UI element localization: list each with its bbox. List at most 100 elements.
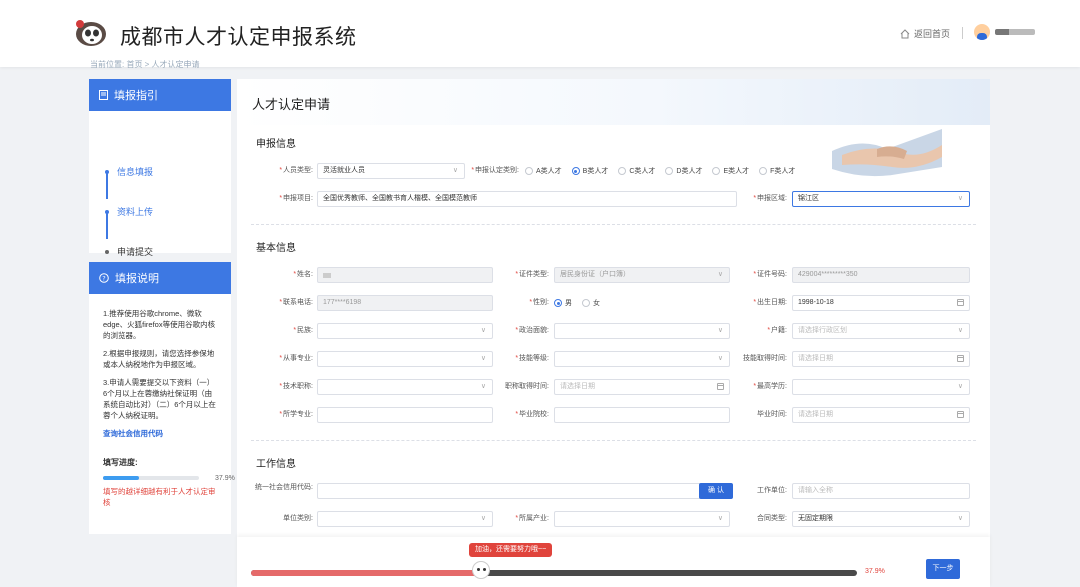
radio-circle: [525, 167, 533, 175]
calendar-icon: [957, 299, 964, 306]
ethnic-select[interactable]: ∨: [317, 323, 493, 339]
form-row: *民族: ∨ *政治面貌: ∨ *户籍: 请选择行政区划 ∨: [237, 323, 990, 339]
credit-code-link[interactable]: 查询社会信用代码: [103, 428, 217, 439]
contract-select[interactable]: 无固定期限 ∨: [792, 511, 970, 527]
id-number-label: *证件号码:: [753, 271, 787, 278]
guide-header: 填报指引: [89, 79, 231, 111]
next-step-button[interactable]: 下一步: [926, 559, 960, 579]
category-radio-group: A类人才 B类人才 C类人才 D类人才 E类人才 F类人才: [525, 163, 795, 179]
id-number-input[interactable]: 429004*********350: [792, 267, 970, 283]
project-input[interactable]: 全国优秀教师、全国教书育人楷模、全国模范教师: [317, 191, 737, 207]
name-input[interactable]: [317, 267, 493, 283]
breadcrumb: 当前位置: 首页 > 人才认定申请: [90, 60, 200, 69]
chevron-down-icon: ∨: [957, 515, 963, 522]
form-row: 统一社会信用代码: 确 认 工作单位: 请输入全称: [237, 483, 990, 499]
step-label: 信息填报: [117, 167, 154, 177]
progress-note: 填写的越详细越有利于人才认定审核: [103, 487, 216, 507]
panda-mascot-icon: [471, 561, 490, 579]
chevron-down-icon: ∨: [717, 271, 723, 278]
politics-select[interactable]: ∨: [554, 323, 730, 339]
redacted-name: [323, 273, 331, 278]
school-input[interactable]: [554, 407, 730, 423]
calendar-icon: [717, 383, 724, 390]
birth-date-input[interactable]: 1998-10-18: [792, 295, 970, 311]
category-radio-d[interactable]: D类人才: [665, 166, 702, 176]
guide-title: 填报指引: [114, 90, 158, 102]
employer-input[interactable]: 请输入全称: [792, 483, 970, 499]
user-menu[interactable]: [974, 24, 1035, 40]
tech-title-select[interactable]: ∨: [317, 379, 493, 395]
major-select[interactable]: ∨: [317, 351, 493, 367]
region-select[interactable]: 锦江区 ∨: [792, 191, 970, 207]
industry-label: *所属产业:: [515, 515, 549, 522]
step-info-fill[interactable]: 信息填报: [105, 165, 153, 178]
progress-fill: [251, 570, 481, 576]
credit-code-label: 统一社会信用代码:: [255, 484, 313, 491]
confirm-button[interactable]: 确 认: [699, 483, 733, 499]
note-item: 3.申请人需要提交以下资料（一）6个月以上在蓉缴纳社保证明（由系统自动比对）（二…: [103, 378, 216, 420]
section-title-apply: 申报信息: [256, 139, 296, 150]
step-submit[interactable]: 申请提交: [105, 245, 153, 258]
notes-body: 1.推荐使用谷歌chrome、微软edge、火狐firefox等使用谷歌内核的浏…: [89, 294, 235, 508]
project-label: *申报项目:: [279, 195, 313, 202]
phone-input[interactable]: 177****6198: [317, 295, 493, 311]
progress-label: 填写进度:: [103, 458, 138, 467]
radio-label: B类人才: [582, 168, 609, 175]
ethnic-label: *民族:: [293, 327, 313, 334]
skill-level-label: *技能等级:: [515, 355, 549, 362]
degree-select[interactable]: ∨: [792, 379, 970, 395]
progress-track: [251, 570, 857, 576]
home-link[interactable]: 返回首页: [900, 27, 950, 40]
person-type-select[interactable]: 灵活就业人员 ∨: [317, 163, 465, 179]
radio-circle: [571, 167, 580, 175]
id-type-select[interactable]: 居民身份证（户口簿） ∨: [554, 267, 730, 283]
step-dot: [105, 209, 109, 214]
hukou-select[interactable]: 请选择行政区划 ∨: [792, 323, 970, 339]
skill-level-select[interactable]: ∨: [554, 351, 730, 367]
gender-radio-female[interactable]: 女: [582, 298, 600, 308]
main-panel: 人才认定申请 申报信息 *人员类型: 灵活就业人员 ∨ *申报认定类别: A类人才…: [237, 79, 990, 587]
name-label: *姓名:: [293, 271, 313, 278]
title-time-input[interactable]: 请选择日期: [554, 379, 730, 395]
note-item: 1.推荐使用谷歌chrome、微软edge、火狐firefox等使用谷歌内核的浏…: [103, 309, 216, 340]
calendar-icon: [957, 411, 964, 418]
skill-time-input[interactable]: 请选择日期: [792, 351, 970, 367]
credit-code-input[interactable]: [317, 483, 701, 499]
radio-label: D类人才: [676, 168, 703, 175]
grad-time-input[interactable]: 请选择日期: [792, 407, 970, 423]
category-radio-f[interactable]: F类人才: [759, 166, 795, 176]
contract-label: 合同类型:: [757, 515, 787, 522]
section-title-work: 工作信息: [256, 459, 296, 470]
section-divider: [251, 440, 976, 441]
step-label: 资料上传: [117, 207, 154, 217]
category-radio-e[interactable]: E类人才: [712, 166, 749, 176]
radio-circle: [618, 167, 627, 175]
tech-title-label: *技术职称:: [279, 383, 313, 390]
id-type-label: *证件类型:: [515, 271, 549, 278]
chevron-down-icon: ∨: [957, 327, 963, 334]
home-link-label: 返回首页: [914, 29, 951, 39]
step-dot: [105, 169, 109, 174]
app-title: 成都市人才认定申报系统: [120, 26, 357, 49]
industry-select[interactable]: ∨: [554, 511, 730, 527]
study-major-input[interactable]: [317, 407, 493, 423]
chevron-down-icon: ∨: [957, 195, 963, 202]
unit-type-label: 单位类别:: [283, 515, 313, 522]
gender-label: *性别:: [529, 299, 549, 306]
phone-label: *联系电话:: [279, 299, 313, 306]
home-icon: [900, 28, 910, 38]
chevron-down-icon: ∨: [480, 327, 486, 334]
notes-card: ? 填报说明 1.推荐使用谷歌chrome、微软edge、火狐firefox等使…: [89, 262, 235, 534]
radio-circle: [759, 167, 768, 175]
unit-type-select[interactable]: ∨: [317, 511, 493, 527]
category-radio-c[interactable]: C类人才: [618, 166, 655, 176]
form-row: *联系电话: 177****6198 *性别: 男 女 *出生日期: 1998-…: [237, 295, 990, 311]
category-label: *申报认定类别:: [471, 167, 519, 174]
step-upload[interactable]: 资料上传: [105, 205, 153, 218]
avatar: [974, 24, 990, 40]
gender-radio-male[interactable]: 男: [554, 298, 572, 308]
radio-circle: [554, 299, 562, 307]
study-major-label: *所学专业:: [279, 411, 313, 418]
category-radio-a[interactable]: A类人才: [525, 166, 562, 176]
category-radio-b[interactable]: B类人才: [571, 166, 609, 176]
